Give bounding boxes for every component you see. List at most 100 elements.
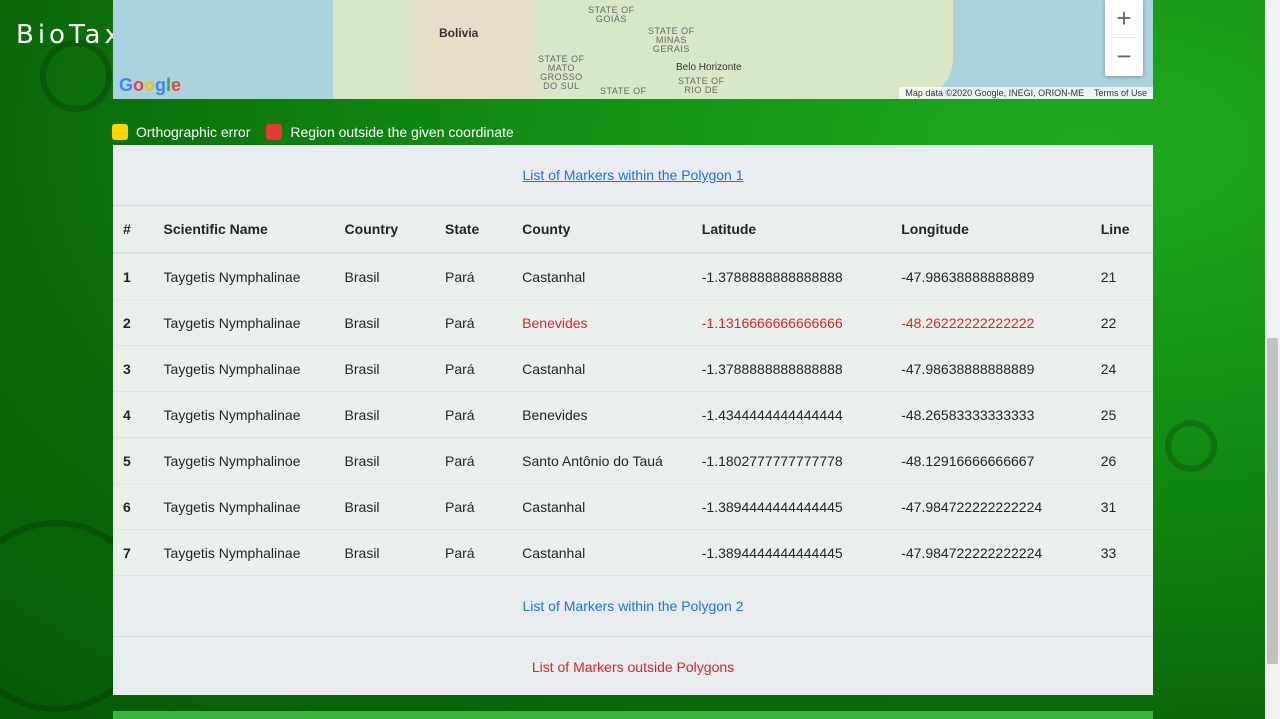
cell-county: Castanhal	[512, 483, 692, 530]
markers-panel: List of Markers within the Polygon 1 # Sc…	[113, 145, 1153, 695]
column-header: Latitude	[691, 206, 892, 254]
table-row[interactable]: 6 Taygetis Nymphalinae Brasil Pará Castanhal…	[113, 483, 1153, 530]
cell-n: 7	[113, 529, 154, 575]
cell-lat: -1.3788888888888888	[691, 345, 892, 392]
map-label-bolivia: Bolivia	[439, 26, 479, 40]
cell-name: Taygetis Nymphalinae	[153, 529, 335, 575]
background-doodle	[1165, 420, 1217, 472]
cell-state: Pará	[435, 437, 513, 484]
outside-polygons-header: List of Markers outside Polygons	[113, 637, 1153, 697]
polygon-2-link[interactable]: List of Markers within the Polygon 2	[523, 598, 744, 614]
cell-country: Brasil	[334, 345, 436, 392]
cell-name: Taygetis Nymphalinae	[153, 252, 335, 300]
polygon-1-link[interactable]: List of Markers within the Polygon 1	[523, 167, 744, 183]
map-land	[413, 0, 533, 99]
map-label-mato-grosso: STATE OF MATO GROSSO DO SUL	[538, 54, 585, 91]
cell-lat: -1.3894444444444445	[691, 529, 892, 575]
cell-county: Castanhal	[512, 529, 692, 575]
map-label-minas: STATE OF MINAS GERAIS	[648, 26, 695, 54]
cell-line: 24	[1090, 345, 1153, 392]
cell-line: 31	[1090, 483, 1153, 530]
cell-state: Pará	[435, 391, 513, 438]
table-row[interactable]: 4 Taygetis Nymphalinae Brasil Pará Benevides…	[113, 391, 1153, 438]
table-row[interactable]: 3 Taygetis Nymphalinae Brasil Pará Castanhal…	[113, 345, 1153, 392]
region-swatch	[266, 124, 283, 140]
cell-state: Pará	[435, 299, 513, 346]
cell-lon: -47.98638888888889	[891, 252, 1091, 300]
cell-line: 33	[1090, 529, 1153, 575]
google-logo: Google	[119, 75, 182, 95]
cell-county: Santo Antônio do Tauá	[512, 437, 692, 484]
polygon-1-header: List of Markers within the Polygon 1	[113, 145, 1153, 205]
map-label-goias: STATE OF GOIÁS	[588, 5, 635, 24]
terms-of-use-link[interactable]: Terms of Use	[1094, 88, 1147, 98]
cell-lon: -48.26583333333333	[891, 391, 1091, 438]
table-row[interactable]: 7 Taygetis Nymphalinae Brasil Pará Castanhal…	[113, 529, 1153, 575]
orthographic-swatch	[112, 124, 128, 140]
page-scrollbar[interactable]	[1265, 0, 1280, 719]
legend: Orthographic error Region outside the gi…	[112, 124, 530, 140]
cell-name: Taygetis Nymphalinae	[153, 391, 335, 438]
column-header: #	[113, 206, 154, 254]
column-header: Scientific Name	[153, 206, 335, 254]
cell-n: 5	[113, 437, 154, 484]
zoom-in-button[interactable]: +	[1105, 0, 1143, 37]
background-doodle	[40, 40, 112, 112]
scrollbar-thumb[interactable]	[1267, 338, 1278, 664]
cell-county: Benevides	[512, 391, 692, 438]
column-header: Longitude	[891, 206, 1091, 254]
cell-county: Castanhal	[512, 345, 692, 392]
cell-country: Brasil	[334, 483, 436, 530]
cell-county: Castanhal	[512, 252, 692, 300]
map-label-rio: STATE OF RIO DE	[678, 76, 725, 95]
cell-name: Taygetis Nymphalinae	[153, 299, 335, 346]
cell-n: 2	[113, 299, 154, 346]
map-zoom-control: + −	[1105, 0, 1143, 76]
map-attribution: Map data ©2020 Google, INEGI, ORION-ME T…	[899, 87, 1153, 99]
outside-polygons-link[interactable]: List of Markers outside Polygons	[532, 659, 734, 675]
cell-lat: -1.3894444444444445	[691, 483, 892, 530]
cell-name: Taygetis Nymphalinoe	[153, 437, 335, 484]
map-label-belo-horizonte: Belo Horizonte	[676, 62, 742, 73]
markers-table: # Scientific Name Country State County Latitu…	[113, 206, 1153, 575]
cell-name: Taygetis Nymphalinae	[153, 483, 335, 530]
cell-state: Pará	[435, 345, 513, 392]
cell-state: Pará	[435, 483, 513, 530]
legend-item-orthographic: Orthographic error	[112, 124, 250, 140]
cell-country: Brasil	[334, 299, 436, 346]
cell-country: Brasil	[334, 529, 436, 575]
table-body: 1 Taygetis Nymphalinae Brasil Pará Castanhal…	[113, 252, 1153, 575]
cell-lon: -48.12916666666667	[891, 437, 1091, 484]
cell-state: Pará	[435, 529, 513, 575]
map-view[interactable]: Bolivia STATE OF GOIÁS STATE OF MINAS GE…	[113, 0, 1153, 99]
map-data-text: Map data ©2020 Google, INEGI, ORION-ME	[905, 88, 1085, 98]
cell-n: 1	[113, 252, 154, 300]
table-header-row: # Scientific Name Country State County Latitu…	[113, 206, 1153, 254]
cell-country: Brasil	[334, 437, 436, 484]
cell-line: 21	[1090, 252, 1153, 300]
cell-n: 4	[113, 391, 154, 438]
cell-lat: -1.1802777777777778	[691, 437, 892, 484]
cell-line: 25	[1090, 391, 1153, 438]
map-label-sao-paulo: STATE OF	[600, 86, 647, 96]
cell-state: Pará	[435, 252, 513, 300]
cell-lon: -47.984722222222224	[891, 529, 1091, 575]
bottom-bar	[113, 711, 1153, 719]
cell-lat: -1.1316666666666666	[691, 299, 892, 346]
legend-item-region: Region outside the given coordinate	[266, 124, 514, 140]
column-header: Line	[1090, 206, 1153, 254]
table-row[interactable]: 2 Taygetis Nymphalinae Brasil Pará Benevides…	[113, 299, 1153, 346]
polygon-2-header: List of Markers within the Polygon 2	[113, 575, 1153, 636]
table-row[interactable]: 1 Taygetis Nymphalinae Brasil Pará Castanhal…	[113, 252, 1153, 300]
cell-lon: -47.984722222222224	[891, 483, 1091, 530]
table-row[interactable]: 5 Taygetis Nymphalinoe Brasil Pará Santo Ant…	[113, 437, 1153, 484]
column-header: County	[512, 206, 692, 254]
orthographic-label: Orthographic error	[136, 124, 251, 140]
cell-n: 6	[113, 483, 154, 530]
cell-lon: -48.26222222222222	[891, 299, 1091, 346]
cell-lon: -47.98638888888889	[891, 345, 1091, 392]
cell-line: 22	[1090, 299, 1153, 346]
cell-lat: -1.3788888888888888	[691, 252, 892, 300]
column-header: Country	[334, 206, 436, 254]
zoom-out-button[interactable]: −	[1105, 38, 1143, 75]
